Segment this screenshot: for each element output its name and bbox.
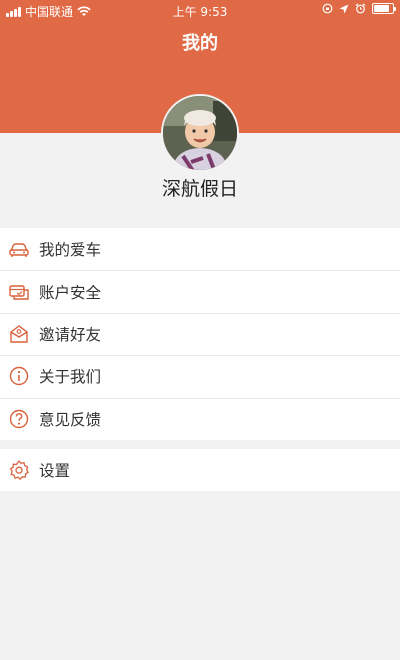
menu-item-label: 意见反馈 [39,410,102,429]
menu-item-my-car[interactable]: 我的爱车 [0,228,400,270]
menu-item-label: 关于我们 [39,368,102,387]
account-security-icon [9,284,29,300]
battery-icon [372,3,396,14]
user-photo-avatar-icon [163,96,237,170]
info-icon [9,367,29,386]
menu-list: 我的爱车 账户安全 邀请好友 关于我们 意见反馈 [0,228,400,440]
status-right [322,3,396,14]
invite-friends-icon [10,325,28,343]
page-title: 我的 [182,33,218,54]
question-icon [9,409,29,428]
menu-item-label: 我的爱车 [39,241,102,260]
menu-item-settings[interactable]: 设置 [0,449,400,491]
menu-item-label: 账户安全 [39,283,102,302]
avatar[interactable] [161,94,239,172]
menu-item-invite-friends[interactable]: 邀请好友 [0,312,400,355]
menu-item-account-security[interactable]: 账户安全 [0,270,400,312]
gear-icon [9,460,29,481]
status-bar: 中国联通 上午 9:53 [0,0,400,20]
location-icon [339,4,349,13]
menu-item-label: 设置 [39,462,71,481]
menu-item-feedback[interactable]: 意见反馈 [0,397,400,440]
menu-item-about-us[interactable]: 关于我们 [0,355,400,397]
rotation-lock-icon [322,3,333,14]
settings-list: 设置 [0,449,400,492]
alarm-icon [355,3,366,14]
menu-item-label: 邀请好友 [39,325,102,344]
username: 深航假日 [161,178,238,200]
car-icon [9,243,29,258]
